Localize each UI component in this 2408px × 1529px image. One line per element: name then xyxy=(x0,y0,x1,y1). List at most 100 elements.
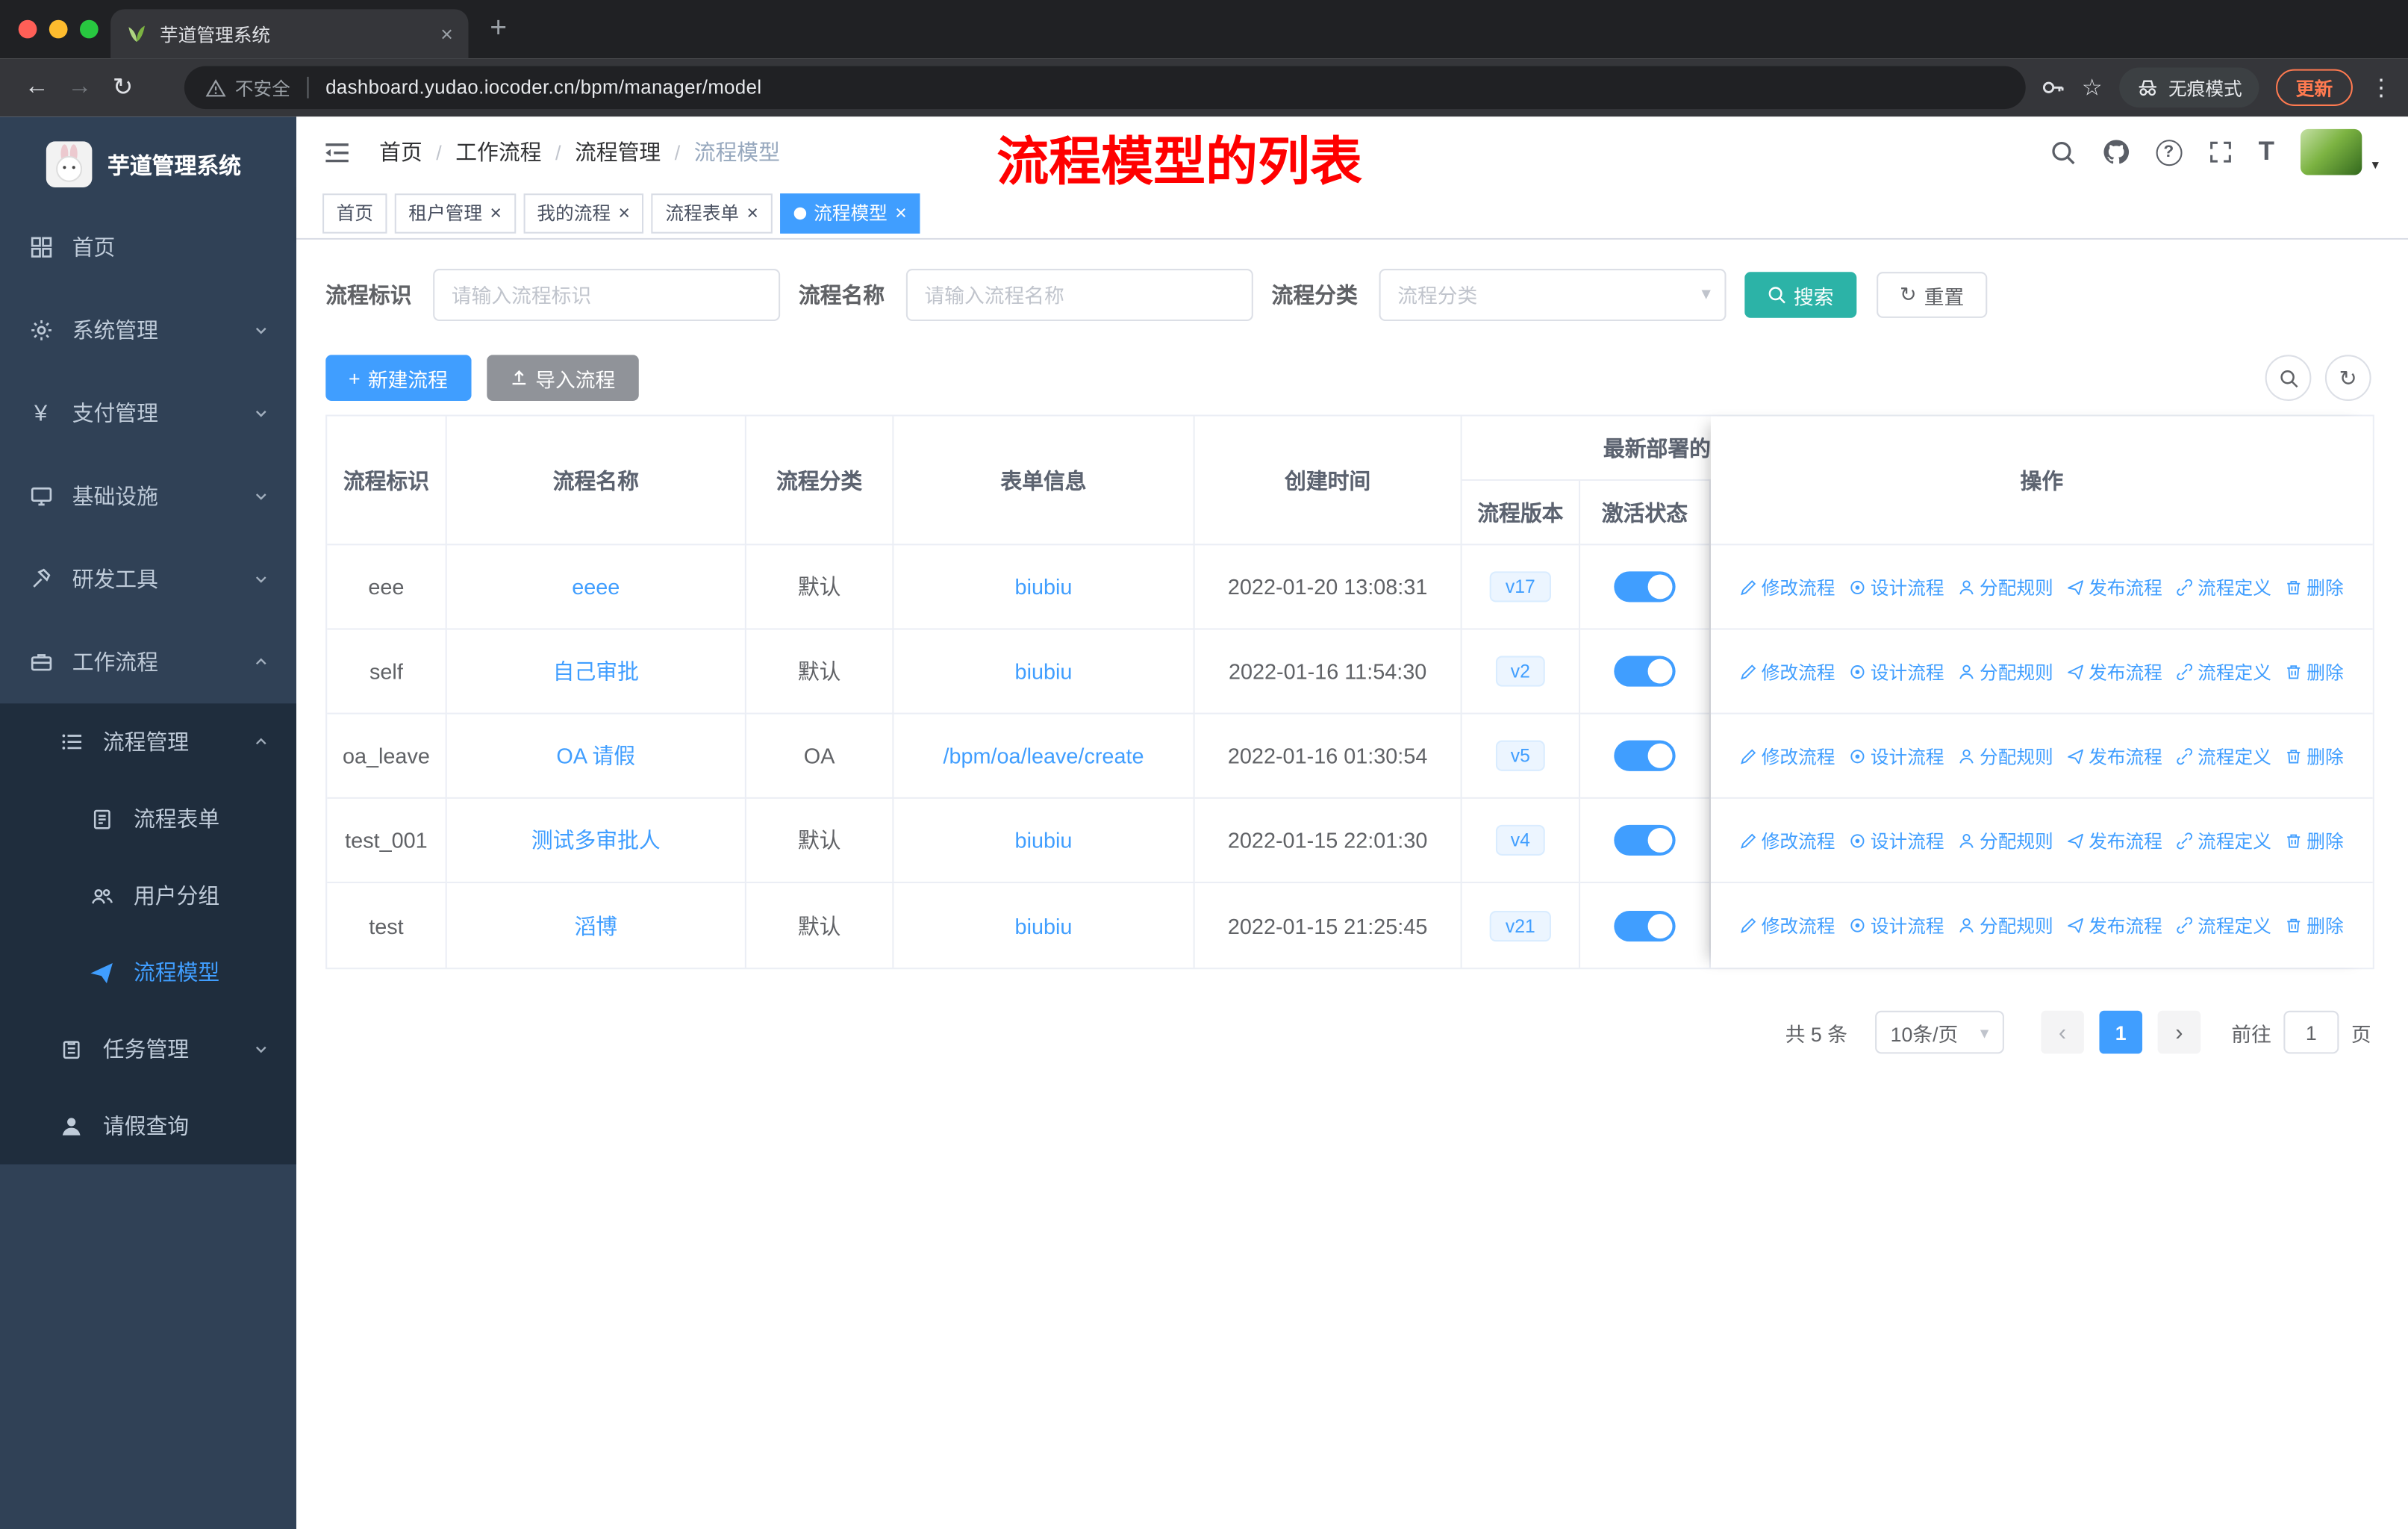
op-delete-link[interactable]: 删除 xyxy=(2285,912,2344,938)
font-size-icon[interactable]: T xyxy=(2259,137,2274,167)
tag-item[interactable]: 我的流程 × xyxy=(523,193,644,233)
sidebar-item-workflow[interactable]: 工作流程 xyxy=(0,620,296,703)
fullscreen-icon[interactable] xyxy=(2208,140,2233,164)
close-window-button[interactable] xyxy=(18,19,37,39)
op-publish-link[interactable]: 发布流程 xyxy=(2067,658,2162,685)
minimize-window-button[interactable] xyxy=(49,19,68,39)
active-toggle[interactable] xyxy=(1614,910,1676,941)
process-name-link[interactable]: OA 请假 xyxy=(556,741,635,771)
sidebar-item-home[interactable]: 首页 xyxy=(0,206,296,289)
category-select[interactable]: ▾ xyxy=(1379,269,1727,321)
user-avatar[interactable] xyxy=(2300,128,2379,175)
sidebar-item-leave-query[interactable]: 请假查询 xyxy=(0,1088,296,1165)
tag-item[interactable]: 租户管理 × xyxy=(394,193,516,233)
sidebar-item-payment[interactable]: ¥ 支付管理 xyxy=(0,372,296,455)
op-publish-link[interactable]: 发布流程 xyxy=(2067,743,2162,769)
op-edit-link[interactable]: 修改流程 xyxy=(1740,827,1835,853)
sidebar-item-infrastructure[interactable]: 基础设施 xyxy=(0,455,296,538)
search-icon[interactable] xyxy=(2050,139,2076,165)
breadcrumb-process-mgmt[interactable]: 流程管理 xyxy=(575,137,661,167)
sidebar-item-task-mgmt[interactable]: 任务管理 xyxy=(0,1011,296,1088)
op-design-link[interactable]: 设计流程 xyxy=(1849,658,1944,685)
form-info-link[interactable]: /bpm/oa/leave/create xyxy=(943,744,1144,768)
next-page-button[interactable]: › xyxy=(2157,1010,2201,1054)
op-assign-link[interactable]: 分配规则 xyxy=(1958,912,2053,938)
op-design-link[interactable]: 设计流程 xyxy=(1849,573,1944,600)
form-info-link[interactable]: biubiu xyxy=(1015,659,1073,684)
op-delete-link[interactable]: 删除 xyxy=(2285,573,2344,600)
tag-item[interactable]: 流程表单 × xyxy=(651,193,773,233)
form-info-link[interactable]: biubiu xyxy=(1015,913,1073,938)
sidebar-item-process-form[interactable]: 流程表单 xyxy=(0,780,296,857)
table-refresh-icon[interactable]: ↻ xyxy=(2324,355,2371,401)
import-process-button[interactable]: 导入流程 xyxy=(486,355,639,401)
category-select-input[interactable] xyxy=(1379,269,1727,321)
forward-icon[interactable]: → xyxy=(58,66,102,109)
op-design-link[interactable]: 设计流程 xyxy=(1849,912,1944,938)
reload-icon[interactable]: ↻ xyxy=(102,66,145,109)
op-edit-link[interactable]: 修改流程 xyxy=(1740,573,1835,600)
sidebar-item-system[interactable]: 系统管理 xyxy=(0,289,296,372)
op-publish-link[interactable]: 发布流程 xyxy=(2067,827,2162,853)
sidebar-item-process-mgmt[interactable]: 流程管理 xyxy=(0,703,296,780)
form-info-link[interactable]: biubiu xyxy=(1015,574,1073,599)
op-assign-link[interactable]: 分配规则 xyxy=(1958,827,2053,853)
op-assign-link[interactable]: 分配规则 xyxy=(1958,743,2053,769)
reset-button[interactable]: ↻ 重置 xyxy=(1877,272,1988,318)
active-toggle[interactable] xyxy=(1614,740,1676,771)
op-definition-link[interactable]: 流程定义 xyxy=(2176,743,2271,769)
tab-close-icon[interactable]: × xyxy=(440,22,453,46)
op-assign-link[interactable]: 分配规则 xyxy=(1958,658,2053,685)
active-toggle[interactable] xyxy=(1614,571,1676,602)
back-icon[interactable]: ← xyxy=(16,66,59,109)
sidebar-item-process-model[interactable]: 流程模型 xyxy=(0,934,296,1011)
op-edit-link[interactable]: 修改流程 xyxy=(1740,912,1835,938)
browser-tab[interactable]: 芋道管理系统 × xyxy=(110,9,469,59)
bookmark-star-icon[interactable]: ☆ xyxy=(2082,74,2103,102)
op-definition-link[interactable]: 流程定义 xyxy=(2176,827,2271,853)
active-toggle[interactable] xyxy=(1614,655,1676,687)
op-assign-link[interactable]: 分配规则 xyxy=(1958,573,2053,600)
new-tab-button[interactable]: + xyxy=(490,12,507,46)
key-icon[interactable] xyxy=(2040,75,2065,100)
tag-close-icon[interactable]: × xyxy=(746,203,758,223)
op-definition-link[interactable]: 流程定义 xyxy=(2176,573,2271,600)
sidebar-item-devtools[interactable]: 研发工具 xyxy=(0,538,296,620)
op-definition-link[interactable]: 流程定义 xyxy=(2176,912,2271,938)
process-name-input[interactable] xyxy=(905,269,1253,321)
process-name-link[interactable]: 滔博 xyxy=(574,910,617,941)
search-button[interactable]: 搜索 xyxy=(1744,272,1857,318)
maximize-window-button[interactable] xyxy=(79,19,99,39)
op-publish-link[interactable]: 发布流程 xyxy=(2067,573,2162,600)
op-edit-link[interactable]: 修改流程 xyxy=(1740,658,1835,685)
github-icon[interactable] xyxy=(2102,138,2130,166)
op-publish-link[interactable]: 发布流程 xyxy=(2067,912,2162,938)
browser-update-button[interactable]: 更新 xyxy=(2276,69,2353,106)
process-name-link[interactable]: eeee xyxy=(572,574,620,599)
tag-close-icon[interactable]: × xyxy=(490,203,502,223)
help-icon[interactable]: ? xyxy=(2155,139,2182,166)
prev-page-button[interactable]: ‹ xyxy=(2041,1010,2084,1054)
op-edit-link[interactable]: 修改流程 xyxy=(1740,743,1835,769)
table-search-icon[interactable] xyxy=(2265,355,2312,401)
tag-close-icon[interactable]: × xyxy=(895,203,907,223)
op-delete-link[interactable]: 删除 xyxy=(2285,743,2344,769)
process-name-link[interactable]: 测试多审批人 xyxy=(531,825,661,856)
page-size-select[interactable]: 10条/页 ▾ xyxy=(1875,1010,2004,1054)
address-bar[interactable]: 不安全 dashboard.yudao.iocoder.cn/bpm/manag… xyxy=(184,66,2025,110)
active-toggle[interactable] xyxy=(1614,824,1676,856)
incognito-badge[interactable]: 无痕模式 xyxy=(2119,67,2259,108)
app-logo[interactable]: 芋道管理系统 xyxy=(0,129,296,200)
op-delete-link[interactable]: 删除 xyxy=(2285,658,2344,685)
op-definition-link[interactable]: 流程定义 xyxy=(2176,658,2271,685)
breadcrumb-workflow[interactable]: 工作流程 xyxy=(455,137,541,167)
current-page-button[interactable]: 1 xyxy=(2099,1010,2143,1054)
op-design-link[interactable]: 设计流程 xyxy=(1849,743,1944,769)
tag-close-icon[interactable]: × xyxy=(618,203,630,223)
create-process-button[interactable]: + 新建流程 xyxy=(325,355,471,401)
sidebar-item-user-group[interactable]: 用户分组 xyxy=(0,857,296,934)
breadcrumb-home[interactable]: 首页 xyxy=(379,137,422,167)
form-info-link[interactable]: biubiu xyxy=(1015,828,1073,853)
op-design-link[interactable]: 设计流程 xyxy=(1849,827,1944,853)
goto-page-input[interactable] xyxy=(2283,1010,2339,1054)
